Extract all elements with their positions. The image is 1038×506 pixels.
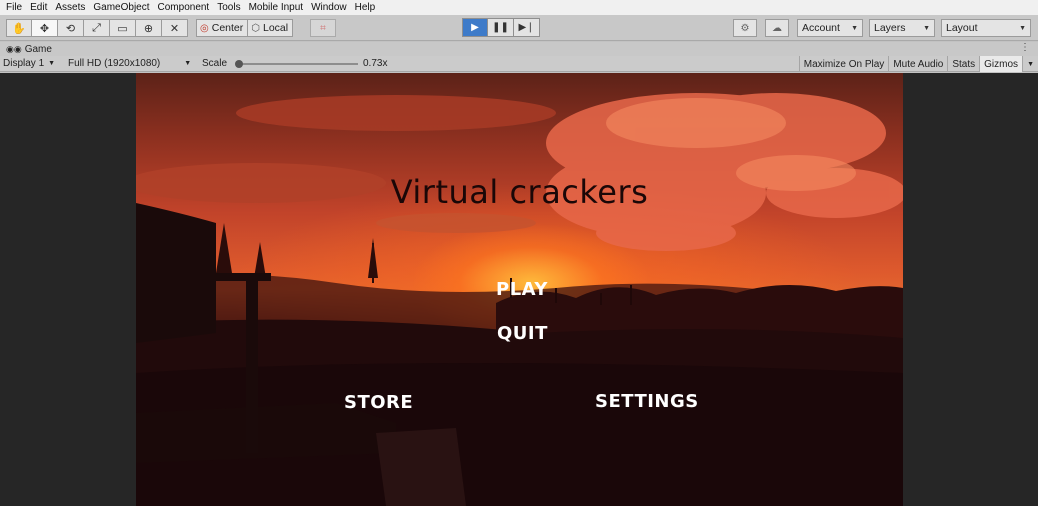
scale-tool-icon: ⤢ [92,21,101,34]
layout-dropdown[interactable]: Layout ▼ [941,19,1031,37]
layout-label: Layout [946,22,978,34]
move-tool-button[interactable]: ✥ [32,19,58,37]
play-button[interactable]: ▶ [462,18,488,37]
grid-snap-button[interactable]: ⌗ [310,19,336,37]
cloud-icon: ☁ [772,22,782,34]
play-button[interactable]: PLAY [496,279,548,300]
chevron-down-icon: ▼ [48,60,56,67]
play-icon: ▶ [471,22,479,33]
hand-tool-button[interactable]: ✋ [6,19,32,37]
resolution-dropdown[interactable]: Full HD (1920x1080) ▼ [68,58,191,69]
pause-button[interactable]: ❚❚ [488,18,514,37]
game-screen: Virtual crackers PLAY QUIT STORE SETTING… [136,73,903,506]
game-title: Virtual crackers [390,173,649,211]
local-rotation-icon: ⬡ [251,22,260,34]
menu-bar: File Edit Assets GameObject Component To… [0,0,1038,15]
rotate-tool-icon: ⟲ [65,22,76,35]
game-view-toolbar: Display 1 ▼ Full HD (1920x1080) ▼ Scale … [0,56,1038,72]
tab-game-label: Game [24,43,52,55]
step-icon: ▶❘ [518,22,535,33]
scale-label: Scale [202,58,228,69]
rect-tool-button[interactable]: ▭ [110,19,136,37]
display-dropdown[interactable]: Display 1 ▼ [3,58,55,69]
pivot-rotation-label: Local [262,22,289,34]
game-tab-bar: ◉◉ Game ⋮ [0,42,1038,56]
pivot-center-icon: ◎ [200,22,209,34]
menu-mobile-input[interactable]: Mobile Input [245,2,307,13]
settings-button[interactable]: SETTINGS [595,391,699,412]
menu-file[interactable]: File [0,2,26,13]
gizmos-toggle[interactable]: Gizmos [979,56,1023,72]
menu-edit[interactable]: Edit [26,2,51,13]
chevron-down-icon: ▼ [923,24,930,32]
cloud-button[interactable]: ☁ [765,19,789,37]
game-view-toggles: Maximize On Play Mute Audio Stats Gizmos… [798,56,1038,72]
foreground-crate [376,428,466,506]
scale-value: 0.73x [363,58,388,69]
game-controller-icon: ◉◉ [6,43,22,54]
collab-icon: ⚙ [740,22,750,34]
menu-tools[interactable]: Tools [213,2,244,13]
rect-tool-icon: ▭ [117,22,128,35]
menu-assets[interactable]: Assets [51,2,89,13]
menu-window[interactable]: Window [307,2,351,13]
layers-label: Layers [874,22,906,34]
play-controls: ▶ ❚❚ ▶❘ [462,18,540,37]
pivot-mode-button[interactable]: ◎ Center [196,19,249,37]
display-label: Display 1 [3,58,45,69]
step-button[interactable]: ▶❘ [514,18,540,37]
mute-audio-toggle[interactable]: Mute Audio [888,56,947,72]
resolution-label: Full HD (1920x1080) [68,58,161,69]
game-viewport: Virtual crackers PLAY QUIT STORE SETTING… [0,73,1038,506]
account-label: Account [802,22,840,34]
scale-slider-handle[interactable] [235,60,243,68]
custom-tool-button[interactable]: ✕ [162,19,188,37]
chevron-down-icon: ▼ [1019,24,1026,32]
chevron-down-icon: ▼ [184,60,192,67]
rotate-tool-button[interactable]: ⟲ [58,19,84,37]
pivot-controls: ◎ Center ⬡ Local [196,19,294,37]
collab-button[interactable]: ⚙ [733,19,757,37]
grid-snap-icon: ⌗ [320,22,326,34]
pivot-mode-label: Center [211,22,244,34]
chevron-down-icon: ▼ [1027,60,1034,68]
maximize-on-play-toggle[interactable]: Maximize On Play [798,56,889,72]
menu-component[interactable]: Component [154,2,214,13]
main-toolbar: ✋ ✥ ⟲ ⤢ ▭ ⊕ ✕ ◎ Center ⬡ Local ⌗ ▶ ❚❚ ▶❘… [0,15,1038,41]
account-dropdown[interactable]: Account ▼ [797,19,863,37]
scale-tool-button[interactable]: ⤢ [84,19,110,37]
transform-tool-button[interactable]: ⊕ [136,19,162,37]
stats-toggle[interactable]: Stats [947,56,979,72]
move-tool-icon: ✥ [39,22,50,35]
tab-game[interactable]: ◉◉ Game [0,44,52,55]
right-toolbar: ⚙ ☁ Account ▼ Layers ▼ Layout ▼ [733,19,1031,37]
gizmos-dropdown[interactable]: ▼ [1022,56,1038,72]
pivot-rotation-button[interactable]: ⬡ Local [248,19,294,37]
more-options-icon[interactable]: ⋮ [1020,42,1030,53]
store-button[interactable]: STORE [344,392,413,413]
quit-button[interactable]: QUIT [497,323,548,344]
pause-icon: ❚❚ [492,22,509,33]
gizmos-label: Gizmos [984,58,1019,70]
scale-slider-track[interactable] [236,63,358,65]
transform-tools: ✋ ✥ ⟲ ⤢ ▭ ⊕ ✕ [6,19,188,37]
custom-tool-icon: ✕ [169,22,180,35]
transform-tool-icon: ⊕ [143,22,154,35]
chevron-down-icon: ▼ [851,24,858,32]
layers-dropdown[interactable]: Layers ▼ [869,19,935,37]
hand-tool-icon: ✋ [12,22,26,35]
menu-help[interactable]: Help [351,2,380,13]
menu-gameobject[interactable]: GameObject [89,2,153,13]
